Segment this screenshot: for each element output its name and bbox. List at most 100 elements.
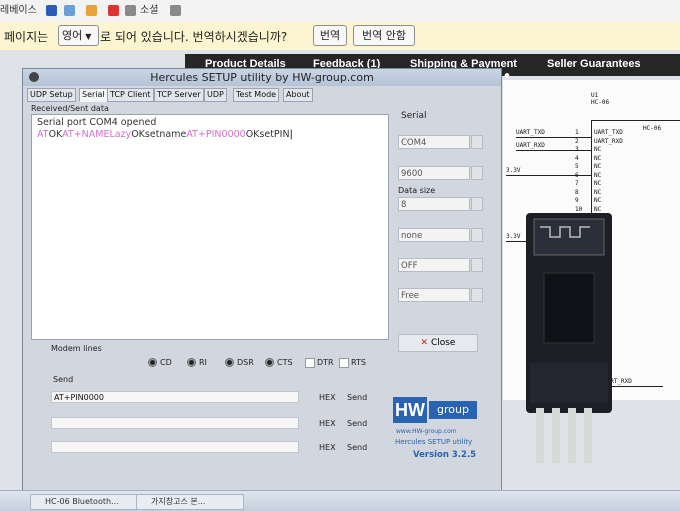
no-translate-button[interactable]: 번역 안함 bbox=[353, 25, 415, 46]
modem-checkbox[interactable] bbox=[339, 358, 349, 368]
schematic-part: HC-06 bbox=[591, 99, 610, 106]
net-label: UART_RXD bbox=[516, 142, 545, 149]
send-button[interactable]: Send bbox=[347, 419, 367, 428]
received-label: Received/Sent data bbox=[31, 104, 109, 113]
tab-test-mode[interactable]: Test Mode bbox=[233, 88, 280, 102]
tab-guarantees[interactable]: Seller Guarantees bbox=[547, 58, 641, 70]
send-input[interactable] bbox=[51, 441, 299, 453]
hercules-window: Hercules SETUP utility by HW-group.com U… bbox=[22, 68, 502, 492]
serial-field[interactable]: none bbox=[398, 228, 470, 242]
hex-checkbox-label[interactable]: HEX bbox=[319, 393, 336, 402]
send-input[interactable] bbox=[51, 417, 299, 429]
bookmarks-bar: 레베이스 소셜 bbox=[0, 0, 680, 23]
bluetooth-module-photo bbox=[526, 213, 612, 463]
received-text: OKsetname bbox=[131, 129, 187, 140]
wire bbox=[516, 137, 591, 138]
pin-label: NC bbox=[594, 163, 602, 170]
product-name: Hercules SETUP utility bbox=[395, 438, 473, 446]
pin-label: NC bbox=[594, 171, 602, 179]
modem-lines-label: Modem lines bbox=[51, 344, 102, 353]
dropdown-button[interactable] bbox=[471, 135, 483, 149]
received-line: ATOKAT+NAMELazyOKsetnameAT+PIN0000OKsetP… bbox=[37, 129, 293, 140]
pin bbox=[568, 408, 576, 463]
dropdown-button[interactable] bbox=[471, 197, 483, 211]
pin-number: 5 bbox=[575, 163, 579, 170]
taskbar-item[interactable]: 가지창고스 본... bbox=[136, 494, 244, 510]
send-input[interactable]: AT+PIN0000 bbox=[51, 391, 299, 403]
sent-text: AT+PIN0000 bbox=[186, 129, 246, 140]
translate-message: 로 되어 있습니다. 번역하시겠습니까? bbox=[100, 30, 288, 44]
pin-label: UART_TXD bbox=[594, 129, 623, 136]
tab-udp-setup[interactable]: UDP Setup bbox=[27, 88, 76, 102]
bookmark-item[interactable]: 레베이스 bbox=[0, 4, 37, 18]
send-button[interactable]: Send bbox=[347, 443, 367, 452]
dropdown-button[interactable] bbox=[471, 288, 483, 302]
pin-number: 1 bbox=[575, 129, 579, 136]
bookmark-icon[interactable] bbox=[46, 5, 57, 16]
pin bbox=[552, 408, 560, 463]
logo-url: www.HW-group.com bbox=[396, 428, 457, 435]
pin-number: 8 bbox=[575, 188, 579, 196]
modem-line-label: CD bbox=[160, 358, 172, 367]
bookmark-icon[interactable] bbox=[86, 5, 97, 16]
tab-udp[interactable]: UDP bbox=[204, 88, 227, 102]
translate-prefix: 페이지는 bbox=[4, 30, 49, 44]
serial-field[interactable]: 8 bbox=[398, 197, 470, 211]
tab-tcp-server[interactable]: TCP Server bbox=[154, 88, 204, 102]
translate-button[interactable]: 번역 bbox=[313, 25, 347, 46]
taskbar-item[interactable]: HC-06 Bluetooth... bbox=[30, 494, 138, 510]
bookmark-item[interactable]: 소셜 bbox=[140, 4, 158, 18]
tab-about[interactable]: About bbox=[283, 88, 313, 102]
received-data-area[interactable]: Serial port COM4 opened ATOKAT+NAMELazyO… bbox=[31, 114, 389, 340]
module-chip bbox=[543, 272, 595, 344]
rail-label: 3.3V bbox=[506, 233, 521, 240]
serial-field[interactable]: COM4 bbox=[398, 135, 470, 149]
bookmark-icon[interactable] bbox=[108, 5, 119, 16]
send-label: Send bbox=[53, 375, 74, 384]
pin-label: NC bbox=[594, 205, 602, 213]
window-title[interactable]: Hercules SETUP utility by HW-group.com bbox=[23, 69, 501, 86]
modem-indicator-on bbox=[265, 358, 274, 367]
pin bbox=[536, 408, 544, 463]
serial-field[interactable]: Free bbox=[398, 288, 470, 302]
modem-indicator-on bbox=[148, 358, 157, 367]
close-button[interactable]: ✕ Close bbox=[398, 334, 478, 352]
sent-text: AT bbox=[37, 129, 49, 140]
pin-number: 9 bbox=[575, 197, 579, 204]
folder-icon[interactable] bbox=[170, 5, 181, 16]
dropdown-button[interactable] bbox=[471, 166, 483, 180]
language-select[interactable]: 영어 ▼ bbox=[58, 25, 99, 46]
close-icon: ✕ bbox=[420, 338, 429, 348]
received-text: OKsetPIN bbox=[245, 129, 290, 140]
pin-label: NC bbox=[594, 197, 602, 204]
chevron-down-icon: ▼ bbox=[85, 32, 92, 41]
logo-mark: HW bbox=[393, 397, 427, 423]
modem-line-label: DSR bbox=[237, 358, 254, 367]
serial-field[interactable]: OFF bbox=[398, 258, 470, 272]
modem-indicator-on bbox=[225, 358, 234, 367]
tab-serial[interactable]: Serial bbox=[79, 88, 108, 102]
antenna-area bbox=[533, 218, 605, 256]
pin-label: NC bbox=[594, 154, 602, 162]
hex-checkbox-label[interactable]: HEX bbox=[319, 419, 336, 428]
modem-line-label: RI bbox=[199, 358, 207, 367]
dropdown-button[interactable] bbox=[471, 258, 483, 272]
modem-checkbox[interactable] bbox=[305, 358, 315, 368]
pin-number: 10 bbox=[575, 205, 583, 213]
send-button[interactable]: Send bbox=[347, 393, 367, 402]
dropdown-button[interactable] bbox=[471, 228, 483, 242]
text-cursor: | bbox=[289, 129, 293, 140]
wire bbox=[516, 150, 591, 151]
chip-outline bbox=[591, 120, 680, 121]
tab-tcp-client[interactable]: TCP Client bbox=[107, 88, 154, 102]
modem-line-label: DTR bbox=[317, 358, 334, 367]
translate-bar: 페이지는 영어 ▼ 로 되어 있습니다. 번역하시겠습니까? 번역 번역 안함 bbox=[0, 22, 680, 51]
hex-checkbox-label[interactable]: HEX bbox=[319, 443, 336, 452]
folder-icon[interactable] bbox=[125, 5, 136, 16]
serial-field[interactable]: 9600 bbox=[398, 166, 470, 180]
serial-field-label: Data size bbox=[398, 186, 436, 195]
rail-label: 3.3V bbox=[506, 167, 521, 174]
net-label: UART_TXD bbox=[516, 129, 545, 136]
bookmark-icon[interactable] bbox=[64, 5, 75, 16]
app-icon bbox=[29, 72, 39, 82]
